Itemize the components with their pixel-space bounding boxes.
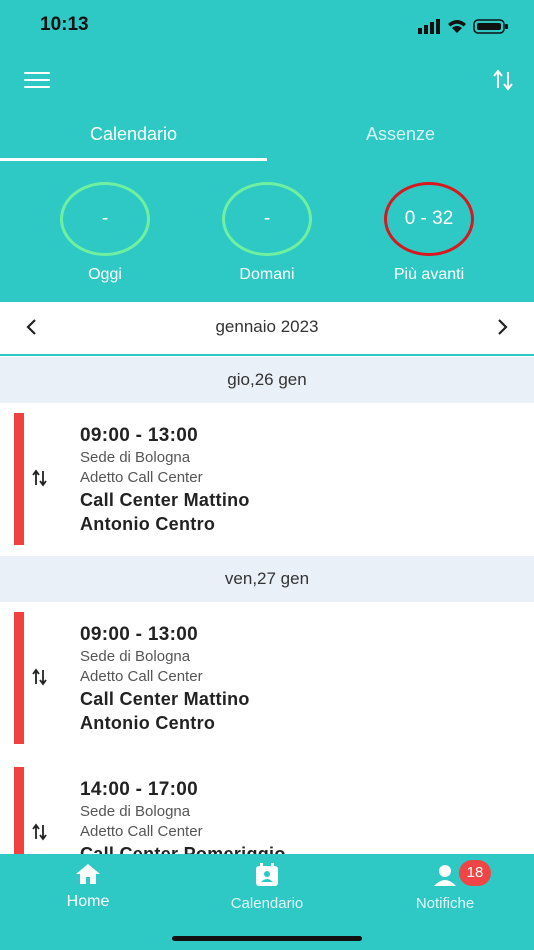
nav-home[interactable]: Home — [18, 862, 158, 911]
shift-person: Antonio Centro — [80, 514, 216, 534]
counter-oggi[interactable]: - Oggi — [40, 182, 170, 284]
counter-piu-avanti-label: Più avanti — [393, 266, 465, 283]
shift-card[interactable]: 09:00 - 13:00 Sede di Bologna Adetto Cal… — [0, 403, 534, 555]
shift-location: Sede di Bologna — [80, 648, 191, 665]
counter-oggi-value: - — [60, 182, 150, 256]
swap-icon[interactable] — [32, 668, 48, 686]
home-icon — [76, 864, 100, 884]
day-header: gio,26 gen — [0, 357, 534, 403]
shift-time: 09:00 - 13:00 — [80, 425, 198, 446]
shift-card[interactable]: 14:00 - 17:00 Sede di Bologna Adetto Cal… — [0, 757, 534, 854]
tab-calendario[interactable]: Calendario — [0, 110, 267, 161]
notification-badge: 18 — [459, 860, 491, 886]
counter-oggi-label: Oggi — [88, 266, 122, 283]
shift-role: Adetto Call Center — [80, 469, 203, 486]
nav-calendario-label: Calendario — [230, 895, 304, 912]
shift-location: Sede di Bologna — [80, 803, 191, 820]
swap-icon[interactable] — [32, 823, 48, 841]
nav-calendario[interactable]: Calendario — [197, 862, 337, 912]
shift-card[interactable]: 09:00 - 13:00 Sede di Bologna Adetto Cal… — [0, 602, 534, 754]
nav-notifiche[interactable]: 18 Notifiche — [375, 860, 515, 912]
sort-icon[interactable] — [492, 68, 514, 92]
shift-color-bar — [14, 612, 24, 744]
shift-color-bar — [14, 767, 24, 854]
tab-assenze[interactable]: Assenze — [267, 110, 534, 158]
counter-domani-value: - — [222, 182, 312, 256]
shift-title: Call Center Pomeriggio — [80, 844, 286, 854]
day-header: ven,27 gen — [0, 556, 534, 602]
shift-title: Call Center Mattino — [80, 490, 250, 510]
status-time: 10:13 — [40, 14, 89, 35]
counter-piu-avanti-value: 0 - 32 — [384, 182, 474, 256]
counter-piu-avanti[interactable]: 0 - 32 Più avanti — [364, 182, 494, 284]
nav-notifiche-label: Notifiche — [415, 895, 475, 912]
counter-domani-label: Domani — [239, 266, 295, 283]
status-bar: 10:13 — [0, 0, 534, 50]
user-icon — [434, 865, 456, 886]
shift-color-bar — [14, 413, 24, 545]
shift-title: Call Center Mattino — [80, 689, 250, 709]
menu-icon[interactable] — [24, 72, 50, 90]
month-label: gennaio 2023 — [215, 317, 319, 336]
calendar-icon — [256, 863, 278, 886]
counter-domani[interactable]: - Domani — [202, 182, 332, 284]
month-navigator: gennaio 2023 — [0, 302, 534, 356]
shift-role: Adetto Call Center — [80, 823, 203, 840]
tab-bar: Calendario Assenze — [0, 110, 534, 161]
status-icons — [418, 19, 508, 34]
swap-icon[interactable] — [32, 469, 48, 487]
nav-home-label: Home — [66, 893, 110, 910]
header: 10:13 Calendario Assenze - Oggi - Domani… — [0, 0, 534, 302]
home-indicator — [172, 936, 362, 941]
chevron-right-icon[interactable] — [494, 316, 510, 338]
shift-time: 09:00 - 13:00 — [80, 624, 198, 645]
shift-role: Adetto Call Center — [80, 668, 203, 685]
shift-location: Sede di Bologna — [80, 449, 191, 466]
shift-time: 14:00 - 17:00 — [80, 779, 198, 800]
shift-person: Antonio Centro — [80, 713, 216, 733]
